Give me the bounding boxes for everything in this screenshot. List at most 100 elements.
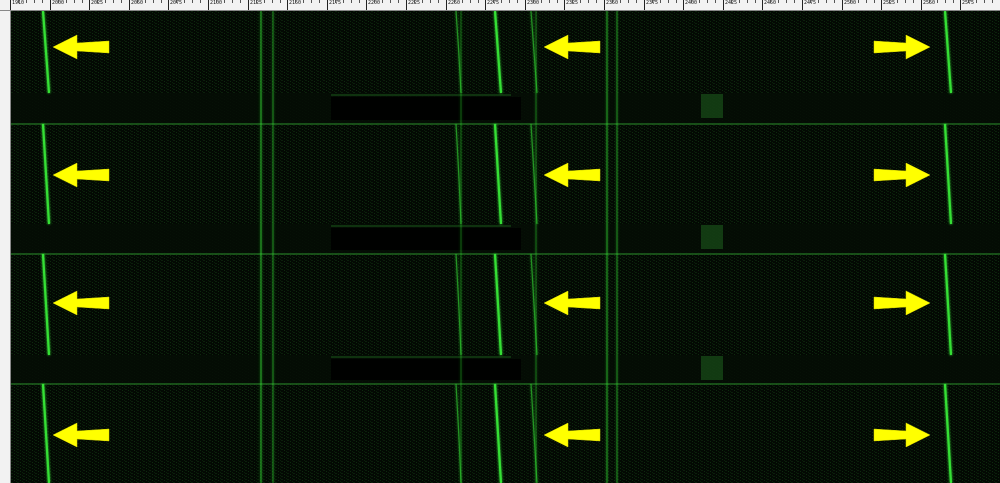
ruler-tick <box>287 0 288 10</box>
frequency-ruler[interactable]: 1910 2000 2025 2050 2075 2100 2125 2150 2175 2200… <box>0 0 1000 11</box>
ruler-minor-tick <box>492 0 494 3</box>
ruler-minor-tick <box>271 0 273 3</box>
ruler-minor-tick <box>975 0 977 3</box>
ruler-minor-tick <box>160 0 162 3</box>
ruler-minor-tick <box>144 0 146 3</box>
gap-dark-block <box>331 97 521 120</box>
ruler-minor-tick <box>627 0 629 3</box>
ruler-minor-tick <box>73 0 75 3</box>
ruler-minor-tick <box>754 0 756 3</box>
ruler-minor-tick <box>65 0 67 3</box>
ruler-minor-tick <box>453 0 455 3</box>
ruler-minor-tick <box>294 0 296 3</box>
ruler-minor-tick <box>25 0 27 3</box>
ruler-minor-tick <box>738 0 740 3</box>
ruler-tick <box>842 0 843 10</box>
ruler-minor-tick <box>263 0 265 3</box>
ruler-minor-tick <box>690 0 692 3</box>
ruler-minor-tick <box>769 0 771 3</box>
ruler-minor-tick <box>199 0 201 3</box>
ruler-minor-tick <box>239 0 241 3</box>
ruler-minor-tick <box>746 0 748 3</box>
ruler-minor-tick <box>136 0 138 3</box>
ruler-tick <box>723 0 724 10</box>
ruler-minor-tick <box>413 0 415 3</box>
ruler-minor-tick <box>500 0 502 3</box>
ruler-minor-tick <box>358 0 360 3</box>
ruler-tick <box>921 0 922 10</box>
ruler-minor-tick <box>231 0 233 3</box>
ruler-minor-tick <box>152 0 154 3</box>
ruler-minor-tick <box>793 0 795 3</box>
ruler-minor-tick <box>619 0 621 3</box>
ruler-tick <box>802 0 803 10</box>
ruler-minor-tick <box>675 0 677 3</box>
ruler-minor-tick <box>183 0 185 3</box>
ruler-minor-tick <box>334 0 336 3</box>
ruler-minor-tick <box>81 0 83 3</box>
ruler-tick <box>881 0 882 10</box>
ruler-minor-tick <box>437 0 439 3</box>
ruler-minor-tick <box>912 0 914 3</box>
ruler-minor-tick <box>397 0 399 3</box>
ruler-minor-tick <box>342 0 344 3</box>
ruler-minor-tick <box>904 0 906 3</box>
ruler-minor-tick <box>865 0 867 3</box>
time-scale <box>0 11 11 483</box>
ruler-tick <box>960 0 961 10</box>
ruler-minor-tick <box>532 0 534 3</box>
ruler-minor-tick <box>429 0 431 3</box>
ruler-minor-tick <box>302 0 304 3</box>
ruler-tick <box>406 0 407 10</box>
ruler-minor-tick <box>944 0 946 3</box>
ruler-minor-tick <box>936 0 938 3</box>
ruler-minor-tick <box>421 0 423 3</box>
ruler-minor-tick <box>706 0 708 3</box>
ruler-tick <box>366 0 367 10</box>
ruler-minor-tick <box>516 0 518 3</box>
ruler-tick <box>89 0 90 10</box>
ruler-minor-tick <box>857 0 859 3</box>
ruler-minor-tick <box>651 0 653 3</box>
ruler-minor-tick <box>17 0 19 3</box>
noise-blob <box>701 356 723 380</box>
ruler-tick <box>485 0 486 10</box>
ruler-minor-tick <box>556 0 558 3</box>
ruler-tick <box>168 0 169 10</box>
noise-blob <box>701 225 723 249</box>
ruler-minor-tick <box>611 0 613 3</box>
ruler-minor-tick <box>461 0 463 3</box>
ruler-minor-tick <box>873 0 875 3</box>
ruler-minor-tick <box>659 0 661 3</box>
noise-blob <box>701 94 723 118</box>
ruler-tick <box>644 0 645 10</box>
ruler-tick <box>564 0 565 10</box>
ruler-tick <box>208 0 209 10</box>
spectrogram-waterfall[interactable] <box>11 11 1000 483</box>
ruler-minor-tick <box>120 0 122 3</box>
ruler-minor-tick <box>255 0 257 3</box>
ruler-minor-tick <box>579 0 581 3</box>
ruler-minor-tick <box>215 0 217 3</box>
ruler-minor-tick <box>714 0 716 3</box>
ruler-minor-tick <box>928 0 930 3</box>
ruler-minor-tick <box>469 0 471 3</box>
ruler-minor-tick <box>33 0 35 3</box>
ruler-minor-tick <box>730 0 732 3</box>
ruler-minor-tick <box>223 0 225 3</box>
ruler-tick <box>446 0 447 10</box>
ruler-minor-tick <box>983 0 985 3</box>
ruler-minor-tick <box>41 0 43 3</box>
ruler-minor-tick <box>833 0 835 3</box>
ruler-minor-tick <box>825 0 827 3</box>
ruler-minor-tick <box>991 0 993 3</box>
gap-dark-block <box>331 359 521 380</box>
ruler-minor-tick <box>635 0 637 3</box>
ruler-minor-tick <box>175 0 177 3</box>
ruler-minor-tick <box>477 0 479 3</box>
ruler-minor-tick <box>571 0 573 3</box>
ruler-minor-tick <box>350 0 352 3</box>
ruler-tick <box>327 0 328 10</box>
ruler-tick <box>525 0 526 10</box>
ruler-minor-tick <box>896 0 898 3</box>
